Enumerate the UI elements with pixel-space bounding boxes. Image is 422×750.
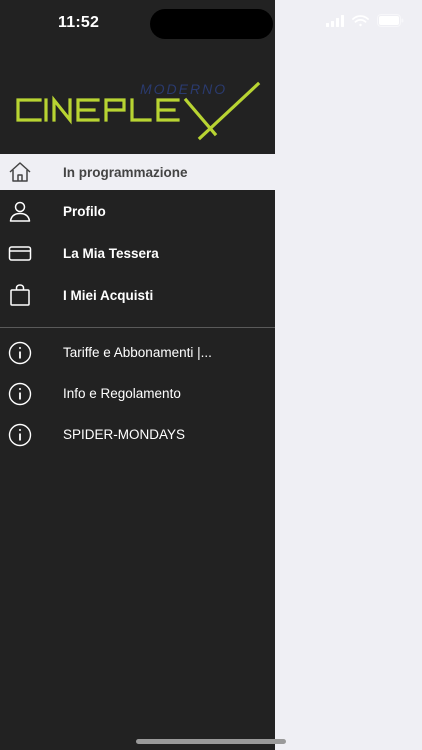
menu-item-profilo[interactable]: Profilo [0, 190, 275, 232]
home-indicator[interactable] [136, 739, 286, 744]
cineplex-logo: MODERNO [10, 80, 265, 142]
user-icon [8, 199, 32, 223]
menu-item-tariffe[interactable]: Tariffe e Abbonamenti |... [0, 332, 275, 373]
menu-item-label: La Mia Tessera [63, 245, 159, 261]
status-bar: 11:52 [0, 0, 422, 48]
info-icon [8, 341, 32, 365]
svg-text:MODERNO: MODERNO [140, 81, 227, 97]
bag-icon [8, 283, 32, 307]
drawer-menu: In programmazione Profilo La Mia Tessera [0, 154, 275, 455]
status-icons [326, 14, 404, 32]
menu-item-i-miei-acquisti[interactable]: I Miei Acquisti [0, 274, 275, 316]
card-icon [8, 241, 32, 265]
battery-icon [377, 14, 404, 32]
menu-item-label: SPIDER-MONDAYS [63, 427, 186, 442]
menu-item-la-mia-tessera[interactable]: La Mia Tessera [0, 232, 275, 274]
info-icon [8, 382, 32, 406]
status-time: 11:52 [58, 14, 100, 31]
menu-item-label: I Miei Acquisti [63, 287, 154, 303]
dynamic-island [150, 9, 273, 39]
menu-item-spider-mondays[interactable]: SPIDER-MONDAYS [0, 414, 275, 455]
menu-item-label: In programmazione [63, 164, 188, 180]
info-icon [8, 423, 32, 447]
signal-icon [326, 14, 344, 32]
menu-item-info-regolamento[interactable]: Info e Regolamento [0, 373, 275, 414]
menu-item-label: Profilo [63, 203, 106, 219]
menu-item-label: Info e Regolamento [63, 386, 181, 401]
menu-item-label: Tariffe e Abbonamenti |... [63, 345, 212, 360]
navigation-drawer: MODERNO In programmazione Profilo La Mia… [0, 0, 275, 750]
wifi-icon [352, 14, 369, 32]
menu-item-in-programmazione[interactable]: In programmazione [0, 154, 275, 190]
home-icon [8, 160, 32, 184]
